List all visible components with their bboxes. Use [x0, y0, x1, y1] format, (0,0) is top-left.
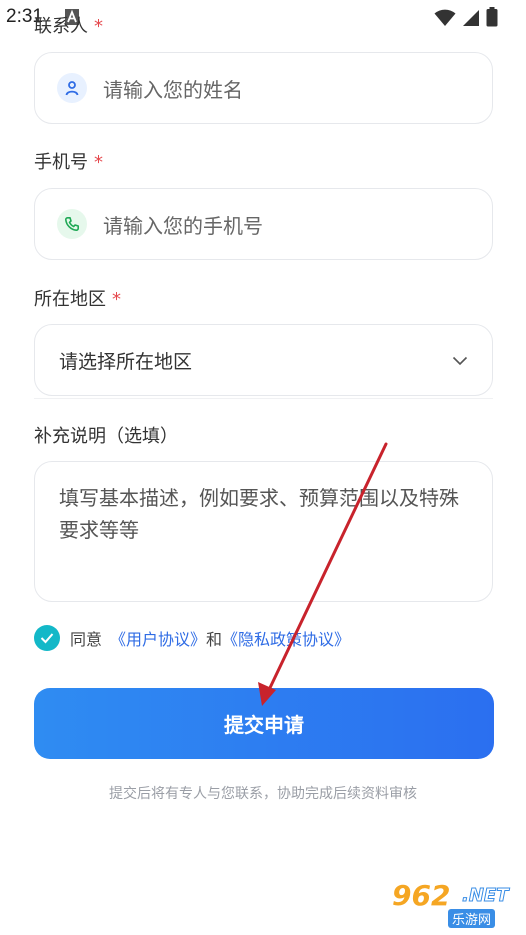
signal-icon — [462, 9, 480, 31]
footer-note: 提交后将有专人与您联系，协助完成后续资料审核 — [109, 786, 417, 802]
submit-button[interactable]: 提交申请 — [34, 688, 494, 759]
required-mark: * — [112, 289, 121, 310]
region-select-value: 请选择所在地区 — [59, 350, 193, 373]
phone-icon — [57, 209, 87, 239]
watermark-domain: .NET — [461, 885, 509, 907]
contact-label-text: 联系人 — [34, 16, 88, 37]
agreement-prefix: 同意 — [70, 630, 103, 649]
notes-label: 补充说明（选填） — [34, 422, 178, 448]
notes-placeholder: 填写基本描述，例如要求、预算范围以及特殊要求等等 — [59, 486, 459, 542]
watermark-logo: 962 .NET 乐游网 — [386, 879, 516, 929]
divider — [34, 398, 493, 399]
privacy-policy-link[interactable]: 《隐私政策协议》 — [222, 626, 350, 650]
user-agreement-link[interactable]: 《用户协议》 — [110, 626, 206, 650]
agreement-and: 和 — [206, 630, 223, 649]
phone-label-text: 手机号 — [34, 152, 88, 173]
notes-label-text: 补充说明（选填） — [34, 426, 178, 447]
phone-input[interactable]: 请输入您的手机号 — [34, 188, 493, 260]
region-label: 所在地区 * — [34, 285, 121, 311]
user-icon — [57, 73, 87, 103]
region-label-text: 所在地区 — [34, 289, 106, 310]
battery-icon — [486, 7, 498, 31]
agreement-checkbox[interactable] — [34, 625, 60, 651]
phone-label: 手机号 * — [34, 148, 103, 174]
chevron-down-icon — [452, 351, 468, 370]
notes-textarea[interactable]: 填写基本描述，例如要求、预算范围以及特殊要求等等 — [34, 461, 493, 602]
phone-placeholder: 请输入您的手机号 — [103, 213, 263, 238]
contact-name-input[interactable]: 请输入您的姓名 — [34, 52, 493, 124]
contact-name-placeholder: 请输入您的姓名 — [103, 77, 243, 102]
required-mark: * — [94, 16, 103, 37]
region-select[interactable]: 请选择所在地区 — [34, 324, 493, 396]
watermark-name: 乐游网 — [448, 909, 496, 928]
watermark-number: 962 — [392, 879, 451, 912]
wifi-icon — [434, 9, 456, 31]
agreement-row: 同意 《用户协议》 和 《隐私政策协议》 — [34, 625, 350, 651]
contact-label: 联系人 * — [34, 12, 103, 38]
required-mark: * — [94, 152, 103, 173]
